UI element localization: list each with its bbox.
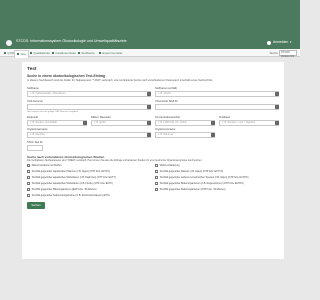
study-checkbox[interactable]: Akkrelit toxikums mit Stoffen (27, 164, 62, 167)
checkbox-label: Toxizität gegenüber anderen terrestrisch… (159, 176, 249, 179)
section-title: Suche in einem ökotoxikologischen Test-E… (27, 74, 106, 78)
stoffname-enthalt-input[interactable]: z. B. Atrazin, ... (155, 91, 279, 97)
checkbox-label: Toxizität gegenüber Bodenorganismen (OTP… (159, 188, 226, 191)
study-checkbox[interactable]: Toxizität gegenüber Sedimentorganismen (… (27, 194, 110, 197)
cas-label: CAS Nummer (27, 100, 43, 103)
effekt-label: Effekt / Messwert (91, 116, 111, 119)
study-checkbox[interactable]: Vitellin-Anlieferung (155, 164, 179, 167)
checkbox-label: Vitellin-Anlieferung (159, 164, 180, 167)
testid-input[interactable] (27, 145, 43, 151)
checkbox-icon[interactable] (27, 194, 30, 197)
list-icon[interactable] (147, 133, 151, 137)
tab-gewaesserrisiko[interactable]: Gewässerrisiko (50, 50, 78, 57)
list-icon[interactable] (147, 121, 151, 125)
chemische-input[interactable] (155, 104, 279, 110)
checkbox-icon[interactable] (155, 182, 158, 185)
checkbox-label: Toxizität gegenüber aquatischen Wirbello… (31, 176, 116, 179)
header-bar: STCDS: Informationssystem Ökotoxikologie… (0, 0, 300, 49)
cas-hint: Hier können Sie eine gültige CAS Nummer … (27, 111, 79, 113)
tab-label: Stoffwerte (81, 51, 95, 55)
checkbox-icon[interactable] (155, 188, 158, 191)
study-checkbox[interactable]: Toxizität gegenüber aquatischen Wirbello… (27, 176, 116, 179)
study-checkbox[interactable]: Toxizität gegenüber Mikroorganismen (EOP… (27, 188, 96, 191)
endpunkt-input[interactable]: z. B. Sterben, Immobilität, ... (27, 120, 87, 126)
checkbox-label: Toxizität gegenüber Mikroorganismen (EOP… (31, 188, 97, 191)
chevron-down-icon[interactable]: ▾ (290, 40, 292, 44)
study-checkbox[interactable]: Toxizität gegenüber Wasser (z.B. Algen) … (155, 170, 223, 173)
checkbox-label: Toxizität gegenüber Bodenorganismen (z.B… (159, 182, 244, 185)
checkbox-icon[interactable] (27, 188, 30, 191)
study-checkbox[interactable]: Toxizität gegenüber aquatischen Pflanzen… (27, 170, 110, 173)
organismus2-label: Organismusname (155, 128, 176, 131)
stoffname-enthalt-label: Stoffname (enthält) (155, 87, 178, 90)
user-icon (267, 40, 271, 45)
organismus2-input[interactable]: z. B. Danio rer... (155, 132, 215, 138)
list-icon[interactable] (83, 121, 87, 125)
checkbox-icon[interactable] (27, 176, 30, 179)
list-icon[interactable] (147, 92, 151, 96)
testid-label: STAC Test ID (27, 141, 43, 144)
effekt-input[interactable]: z. B. EC50, ... (91, 120, 151, 126)
version-select[interactable]: STCDS Version 0.9 (279, 50, 297, 58)
organismus-label: Organismenname (27, 128, 48, 131)
list-icon[interactable] (147, 105, 151, 109)
study-checkbox[interactable]: Toxizität gegenüber anderen terrestrisch… (155, 176, 248, 179)
checkbox-label: Akkrelit toxikums mit Stoffen (31, 164, 62, 167)
login-link[interactable]: Anmelden (273, 40, 288, 44)
cas-input[interactable] (27, 104, 151, 110)
organismus-input[interactable]: z. B. Daphnia, ... (27, 132, 151, 138)
checkbox-icon[interactable] (155, 176, 158, 179)
search-panel: Test Suche in einem ökotoxikologischen T… (22, 62, 284, 259)
tab-label: Qualitätsziel (33, 51, 50, 55)
checkbox-icon[interactable] (27, 170, 30, 173)
app-title: STCDS: Informationssystem Ökotoxikologie… (16, 38, 127, 43)
list-icon[interactable] (275, 121, 279, 125)
list-icon[interactable] (211, 133, 215, 137)
study-checkbox[interactable]: Toxizität gegenüber Bodenorganismen (z.B… (155, 182, 244, 185)
studies-description: Die Verfügbaren Suchparameter sind "ODER… (27, 159, 203, 162)
checkbox-label: Toxizität gegenüber Wasser (z.B. Algen) … (159, 170, 224, 173)
tab-label: Gewässerrisiko (55, 51, 76, 55)
tab-stoffwerte[interactable]: Stoffwerte (76, 50, 97, 57)
tab-test[interactable]: Test (14, 50, 29, 58)
list-icon[interactable] (275, 105, 279, 109)
checkbox-icon[interactable] (155, 164, 158, 167)
checkbox-label: Toxizität gegenüber aquatischen Pflanzen… (31, 170, 111, 173)
checkbox-icon[interactable] (155, 170, 158, 173)
list-icon[interactable] (211, 121, 215, 125)
tab-label: Experimentelle (102, 51, 123, 55)
konzentration-label: Konzentrationseinheit (155, 116, 180, 119)
tab-qualitaetsziel[interactable]: Qualitätsziel (28, 50, 52, 57)
study-checkbox[interactable]: Toxizität gegenüber Bodenorganismen (OTP… (155, 188, 225, 191)
testdauer-label: Testdauer (219, 116, 231, 119)
testdauer-input[interactable]: z. B. Stunden > und < Tage/b/a (219, 120, 279, 126)
checkbox-icon[interactable] (27, 164, 30, 167)
tab-bar: QUR Test Qualitätsziel Gewässerrisiko St… (0, 49, 300, 58)
chemische-label: Chemische Stoff-ID (155, 100, 178, 103)
stoffname-input[interactable]: z. B. Carbamazepin, Chlortoluron, ... (27, 91, 151, 97)
study-checkbox[interactable]: Toxizität gegenüber aquatischen Wirbelti… (27, 182, 113, 185)
checkbox-icon[interactable] (27, 182, 30, 185)
list-icon[interactable] (275, 92, 279, 96)
tab-experimentelle[interactable]: Experimentelle (97, 50, 124, 57)
search-label: Suche (269, 51, 278, 55)
page-title: Test (27, 67, 37, 72)
checkbox-label: Toxizität gegenüber Sedimentorganismen (… (31, 194, 110, 197)
checkbox-label: Toxizität gegenüber aquatischen Wirbelti… (31, 182, 113, 185)
stoffname-label: Stoffname (27, 87, 39, 90)
endpunkt-label: Endpunkt (27, 116, 38, 119)
app-logo-icon (6, 40, 12, 46)
tab-label: Test (20, 52, 26, 56)
konzentration-input[interactable]: z. B. LOEC/ÜE, CC, LOEC, ... (155, 120, 215, 126)
search-button[interactable]: Suchen (27, 202, 45, 209)
section-description: In diesem Suchbereich sind die Felder fü… (27, 79, 214, 82)
